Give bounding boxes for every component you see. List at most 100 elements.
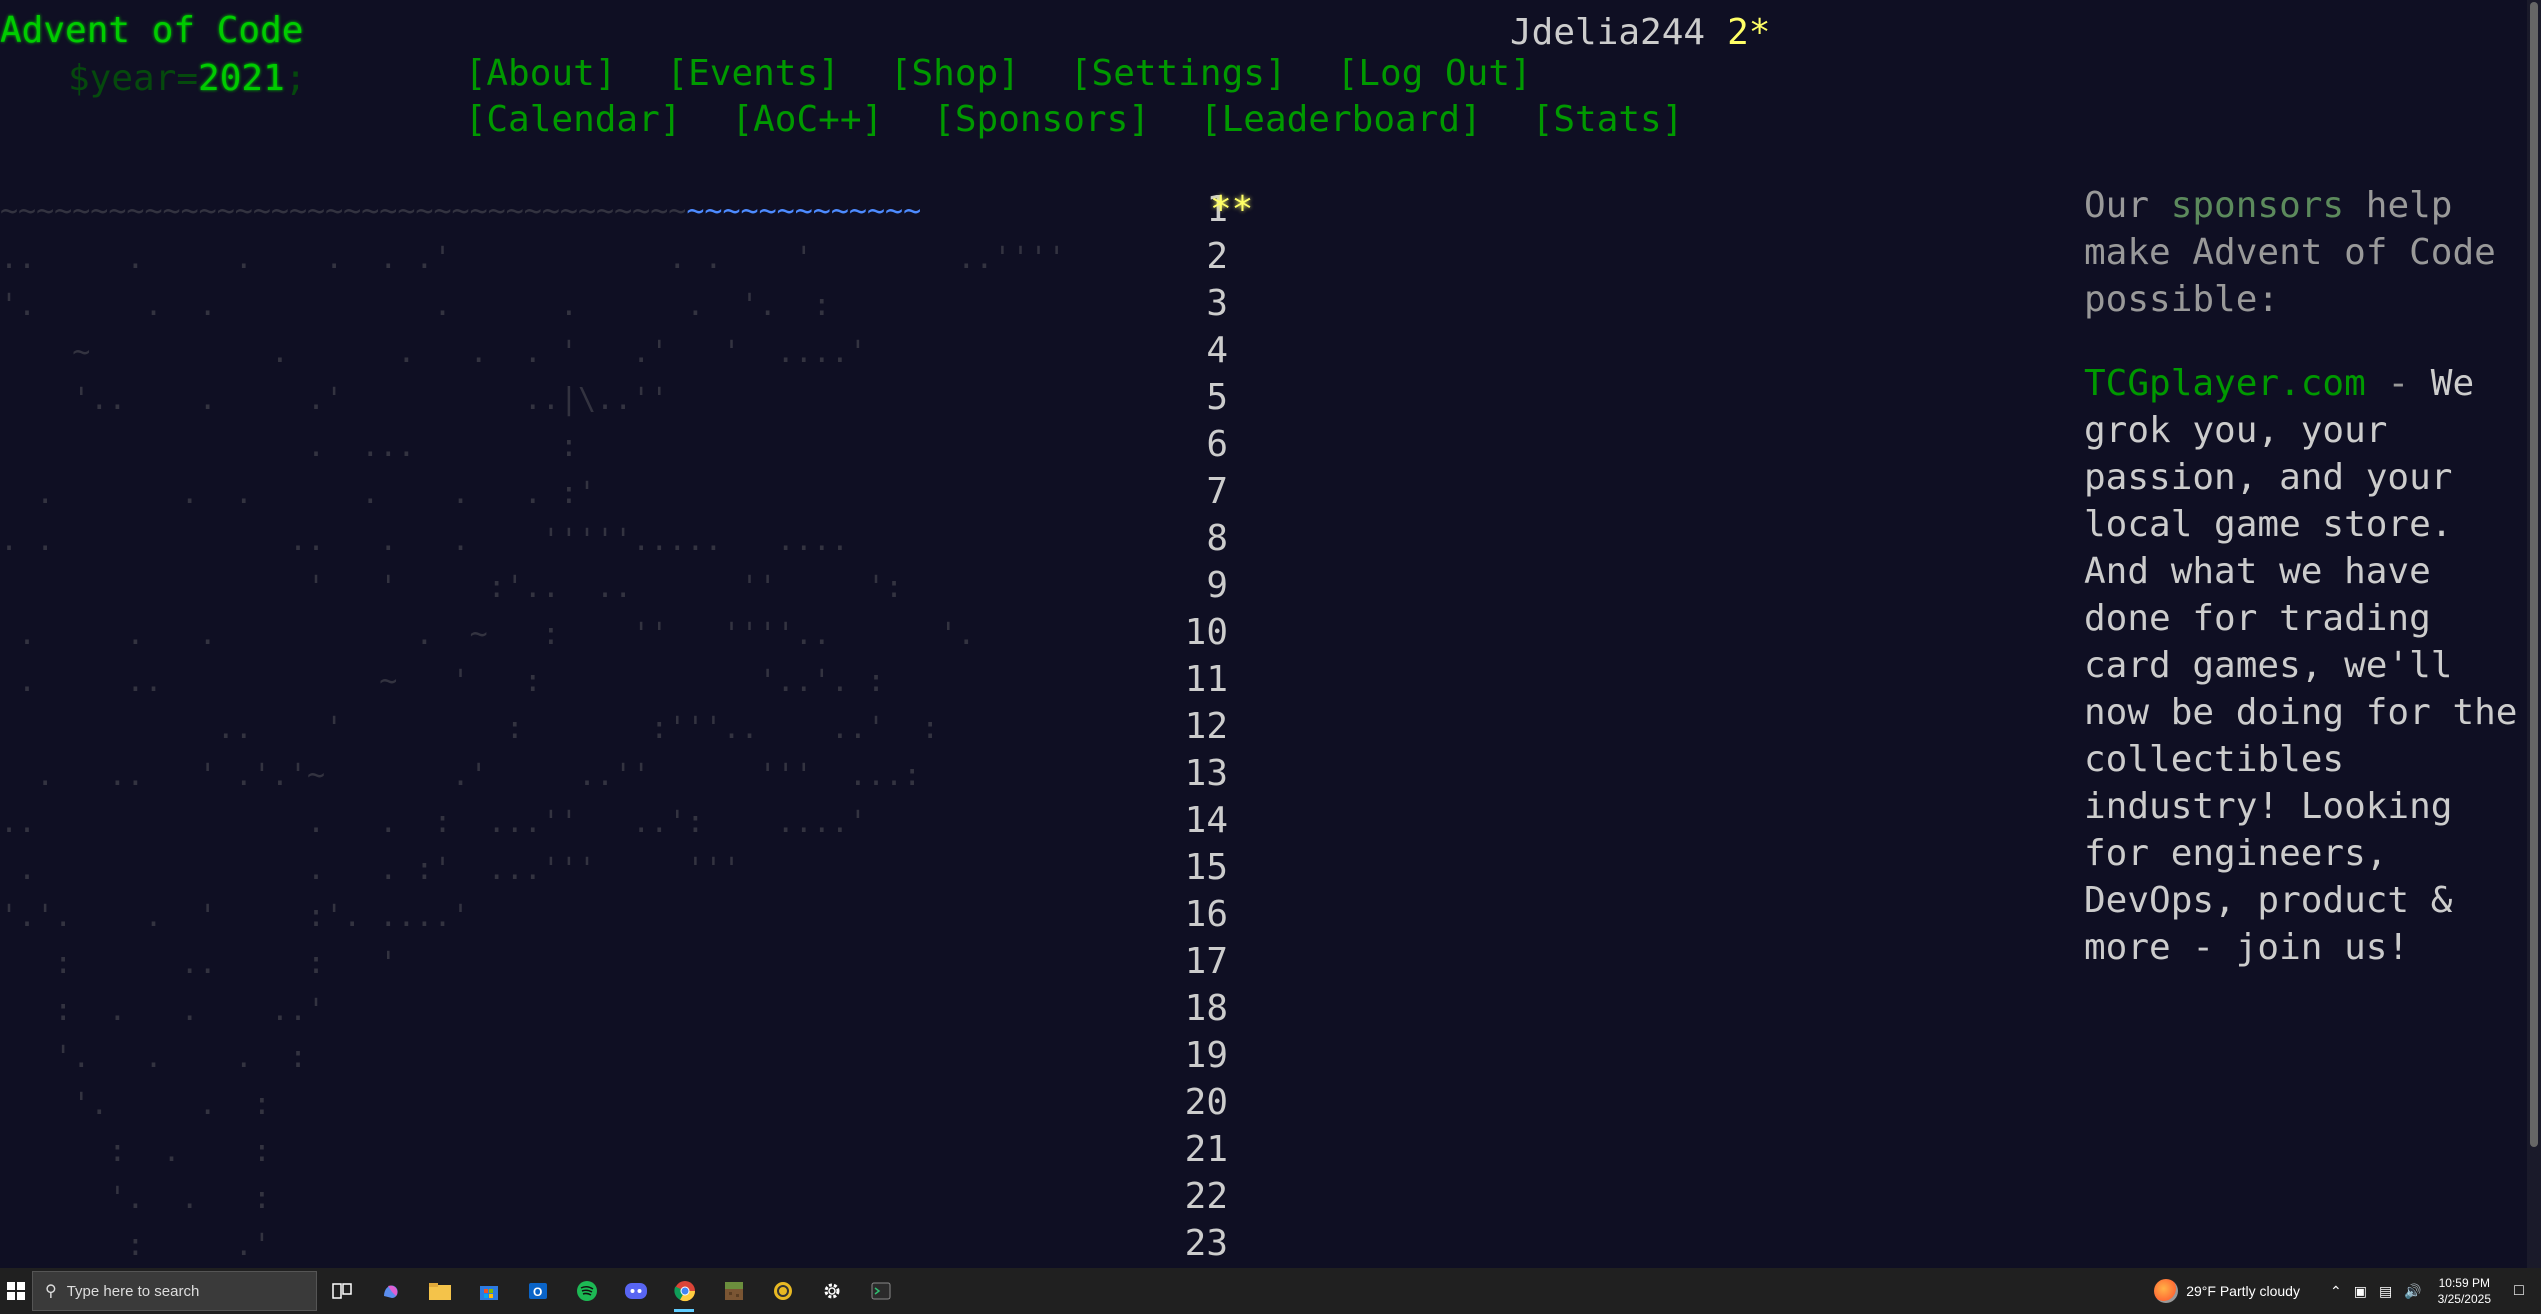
calendar-art-line[interactable]: . .. ~ ' : '..'. :	[0, 664, 885, 699]
calendar-day-number[interactable]: 8	[1118, 515, 1228, 562]
calendar-day-number[interactable]: 20	[1118, 1079, 1228, 1126]
sponsor-sidebar: Our sponsors help make Advent of Code po…	[2084, 182, 2524, 1008]
calendar-day-number[interactable]: 13	[1118, 750, 1228, 797]
task-view-icon[interactable]	[317, 1268, 366, 1314]
taskbar-clock[interactable]: 10:59 PM 3/25/2025	[2438, 1275, 2491, 1307]
year-label[interactable]: $year=2021;	[68, 58, 306, 99]
calendar-art-line[interactable]: . . .. . . '''''..... ....	[0, 523, 849, 558]
network-icon[interactable]: ▣	[2354, 1283, 2367, 1300]
secondary-nav: [Calendar] [AoC++] [Sponsors] [Leaderboard]…	[378, 58, 1733, 181]
nav-calendar-link[interactable]: [Calendar]	[465, 99, 682, 140]
calendar-day-number[interactable]: 6	[1118, 421, 1228, 468]
page-scrollbar[interactable]	[2527, 0, 2541, 1268]
terminal-icon[interactable]	[856, 1268, 905, 1314]
calendar-art-line[interactable]: .. ' : :'''.. ..' :	[0, 711, 939, 746]
discord-icon[interactable]	[611, 1268, 660, 1314]
windows-taskbar: ⚲ Type here to search O 29°F Partly clou…	[0, 1268, 2541, 1314]
windows-start-button[interactable]	[0, 1268, 32, 1314]
calendar-day-number[interactable]: 4	[1118, 327, 1228, 374]
day-1-stars: **	[1210, 189, 1254, 230]
system-tray: 29°F Partly cloudy ⌃ ▣ ▤ 🔊 10:59 PM 3/25…	[2154, 1268, 2541, 1314]
calendar-day-number[interactable]: 19	[1118, 1032, 1228, 1079]
calendar-art[interactable]: ~~~~~~~~~~~~~~~~~~~~~~~~~~~~~~~~~~~~~~~~…	[0, 188, 1066, 1268]
calendar-art-line[interactable]: '. . . :	[0, 1040, 307, 1075]
sponsor-intro: Our sponsors help make Advent of Code po…	[2084, 182, 2524, 323]
calendar-art-line[interactable]: . . . . ~ : '' ''''.. '.	[0, 617, 975, 652]
scrollbar-thumb[interactable]	[2530, 2, 2538, 1147]
calendar-day-number[interactable]: 12	[1118, 703, 1228, 750]
calendar-day-number[interactable]: 2	[1118, 233, 1228, 280]
calendar-art-line[interactable]: . . . :' ...''' '''	[0, 852, 740, 887]
calendar-art-line[interactable]: : . . ..'	[0, 993, 325, 1028]
calendar-day-number[interactable]: 16	[1118, 891, 1228, 938]
calendar-day-number[interactable]: 15	[1118, 844, 1228, 891]
weather-widget[interactable]: 29°F Partly cloudy	[2154, 1279, 2300, 1303]
calendar-day-number[interactable]: 18	[1118, 985, 1228, 1032]
notification-icon[interactable]: □	[2507, 1282, 2531, 1300]
calendar-art-line[interactable]: .. . . : ...'' ..': ....'	[0, 805, 867, 840]
nav-sponsors-link[interactable]: [Sponsors]	[933, 99, 1150, 140]
sponsor-description: We grok you, your passion, and your loca…	[2084, 363, 2518, 968]
user-info: Jdelia244 2*	[1510, 12, 1770, 53]
minecraft-icon[interactable]	[709, 1268, 758, 1314]
store-icon[interactable]	[464, 1268, 513, 1314]
year-prefix: $year=	[68, 58, 199, 99]
calendar-art-line[interactable]: . ... :	[0, 429, 578, 464]
nav-leaderboard-link[interactable]: [Leaderboard]	[1200, 99, 1482, 140]
calendar-art-line[interactable]: '. . :	[0, 1087, 271, 1122]
calendar-art-water-lit: ~~~~~~~~~~~~~	[686, 194, 922, 229]
calendar-day-number[interactable]: 21	[1118, 1126, 1228, 1173]
app-icon[interactable]	[758, 1268, 807, 1314]
site-title[interactable]: Advent of Code	[0, 10, 303, 51]
sponsor-entry: TCGplayer.com - We grok you, your passio…	[2084, 360, 2524, 971]
calendar-art-line[interactable]: : .. : '	[0, 946, 397, 981]
calendar-day-number[interactable]: 7	[1118, 468, 1228, 515]
calendar-day-number[interactable]: 10	[1118, 609, 1228, 656]
calendar-art-line[interactable]: '.. . .' ..|\..''	[0, 382, 668, 417]
browser-viewport: Advent of Code $year=2021; [About] [Event…	[0, 0, 2541, 1268]
tray-icons: ⌃ ▣ ▤ 🔊	[2330, 1283, 2422, 1300]
sponsor-intro-text: Our	[2084, 185, 2171, 226]
sponsors-link[interactable]: sponsors	[2171, 185, 2344, 226]
calendar-art-line[interactable]: : .'	[0, 1228, 271, 1263]
calendar-art-water-dim: ~~~~~~~~~~~~~~~~~~~~~~~~~~~~~~~~~~~~~~	[0, 194, 687, 229]
calendar-day-number[interactable]: 22	[1118, 1173, 1228, 1220]
calendar-day-number[interactable]: 17	[1118, 938, 1228, 985]
calendar-day-number[interactable]: 11	[1118, 656, 1228, 703]
calendar-art-line[interactable]: . . . . . . :'	[0, 476, 596, 511]
calendar-art-line[interactable]: .. . . . . .' . . ' ..''''	[0, 241, 1066, 276]
calendar-art-line[interactable]: '. . . . . . '. :	[0, 288, 831, 323]
calendar-day-number[interactable]: 23	[1118, 1220, 1228, 1267]
calendar-day-number[interactable]: 5	[1118, 374, 1228, 421]
sponsor-link-tcgplayer[interactable]: TCGplayer.com	[2084, 363, 2366, 404]
spotify-icon[interactable]	[562, 1268, 611, 1314]
settings-icon[interactable]	[807, 1268, 856, 1314]
sponsor-dash: -	[2365, 363, 2431, 404]
calendar-art-line[interactable]: '.'. . ' :'. ....'	[0, 899, 470, 934]
year-value[interactable]: 2021	[198, 58, 285, 99]
calendar-art-line[interactable]: '. . :	[0, 1181, 271, 1216]
copilot-icon[interactable]	[366, 1268, 415, 1314]
volume-icon[interactable]: 🔊	[2404, 1283, 2421, 1300]
calendar-art-line[interactable]: ' ' :'.. .. '' ':	[0, 570, 903, 605]
calendar-art-line[interactable]: ~~~~~~~~~~~~~~~~~~~~~~~~~~~~~~~~~~~~~~~~…	[0, 194, 921, 229]
taskbar-search-box[interactable]: ⚲ Type here to search	[32, 1271, 317, 1311]
nav-aocplusplus-link[interactable]: [AoC++]	[731, 99, 883, 140]
chrome-icon[interactable]	[660, 1268, 709, 1314]
windows-logo-icon	[7, 1282, 25, 1300]
calendar-day-number[interactable]: 14	[1118, 797, 1228, 844]
calendar-art-line[interactable]: : . :	[0, 1134, 271, 1169]
outlook-icon[interactable]: O	[513, 1268, 562, 1314]
nav-stats-link[interactable]: [Stats]	[1532, 99, 1684, 140]
calendar-art-line[interactable]: ~ . . . . ' .' ' ....'	[0, 335, 867, 370]
calendar-day-number[interactable]: 9	[1118, 562, 1228, 609]
clock-date: 3/25/2025	[2437, 1292, 2491, 1306]
calendar-day-number[interactable]: 3	[1118, 280, 1228, 327]
chevron-up-icon[interactable]: ⌃	[2330, 1283, 2342, 1300]
username: Jdelia244	[1510, 12, 1706, 53]
search-icon: ⚲	[45, 1283, 57, 1300]
clock-time: 10:59 PM	[2438, 1276, 2490, 1290]
calendar-art-line[interactable]: . .. ' .'.'~ .' ..'' ''' ...:	[0, 758, 921, 793]
file-explorer-icon[interactable]	[415, 1268, 464, 1314]
display-icon[interactable]: ▤	[2379, 1283, 2392, 1300]
